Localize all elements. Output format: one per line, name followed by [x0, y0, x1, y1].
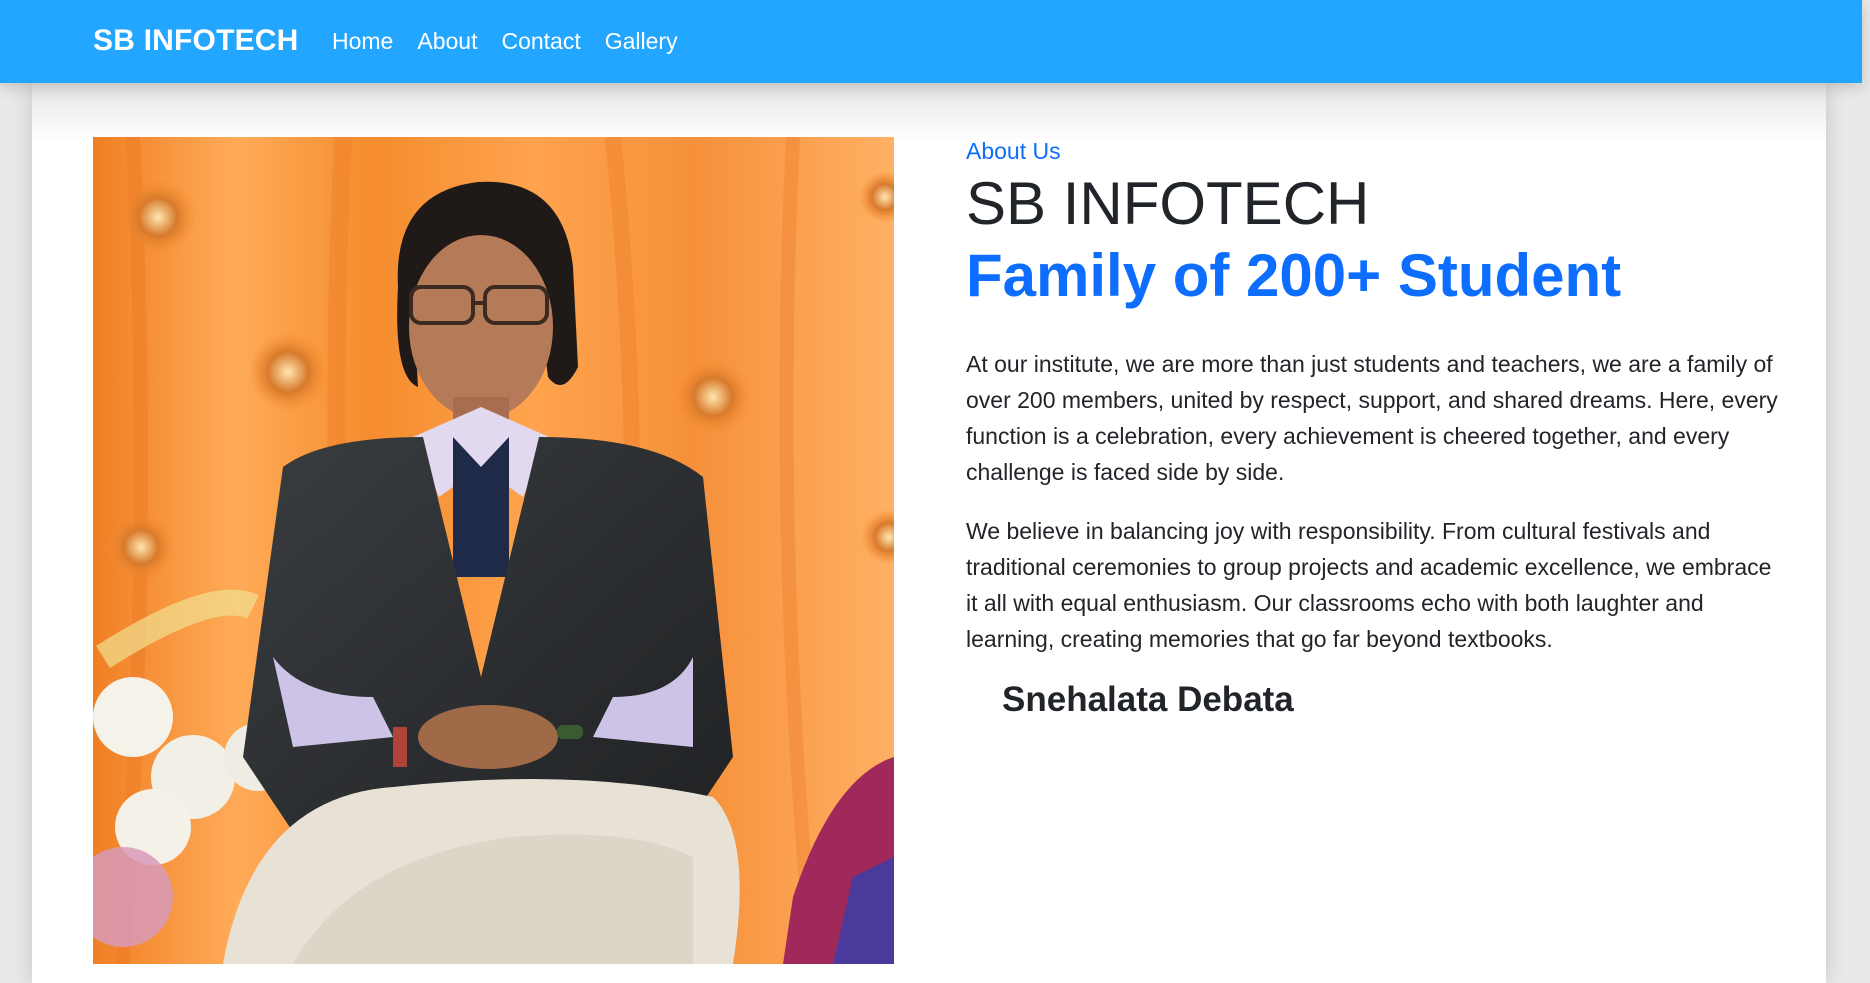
page-title: SB INFOTECH: [966, 170, 1370, 237]
section-eyebrow: About Us: [966, 138, 1061, 164]
brand-logo-link[interactable]: SB INFOTECH: [93, 24, 299, 58]
nav-link-contact[interactable]: Contact: [501, 26, 580, 56]
nav-links: Home About Contact Gallery: [332, 26, 702, 56]
founder-photo: [93, 137, 894, 964]
top-navbar: SB INFOTECH Home About Contact Gallery: [0, 0, 1862, 83]
nav-link-about[interactable]: About: [417, 26, 477, 56]
nav-link-home[interactable]: Home: [332, 26, 393, 56]
card-shadow: [32, 83, 1826, 143]
page-subtitle: Family of 200+ Student: [966, 242, 1622, 309]
person-portrait-photo: [93, 137, 894, 964]
about-section: About Us SB INFOTECH Family of 200+ Stud…: [966, 137, 1786, 721]
about-paragraph-1: At our institute, we are more than just …: [966, 351, 1778, 485]
founder-name: Snehalata Debata: [1002, 680, 1294, 719]
about-paragraph-2: We believe in balancing joy with respons…: [966, 518, 1772, 652]
nav-link-gallery[interactable]: Gallery: [605, 26, 678, 56]
